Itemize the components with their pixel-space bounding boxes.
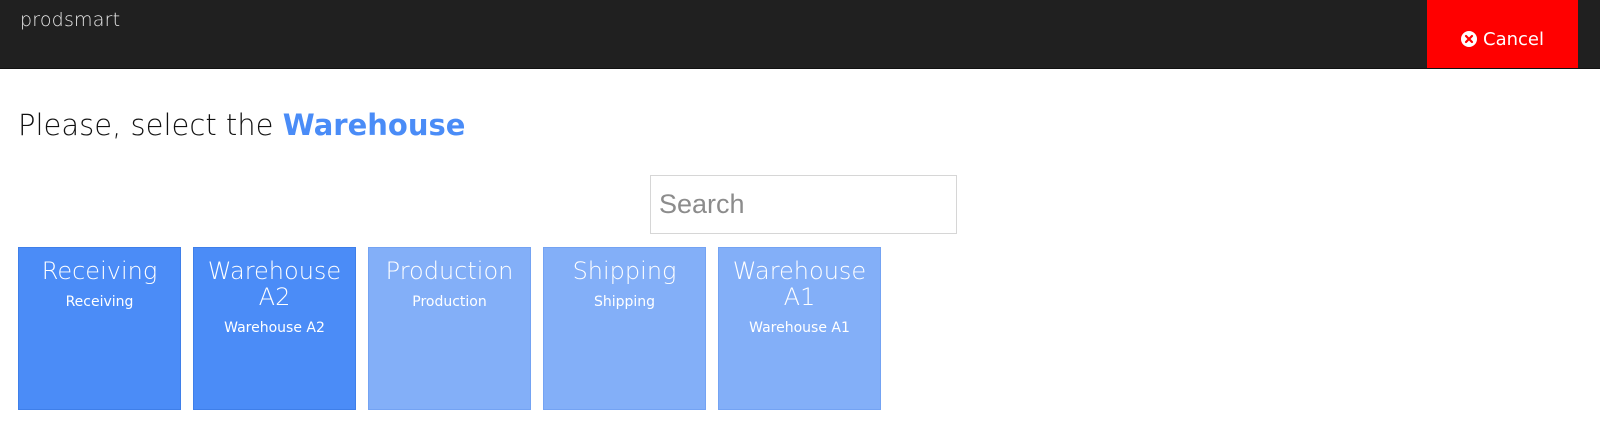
tile-subtitle: Shipping (593, 294, 656, 310)
tile-title: Warehouse A2 (207, 257, 342, 311)
top-bar: prodsmart Cancel (0, 0, 1600, 69)
page-title-emphasis: Warehouse (282, 108, 466, 142)
page-title-prefix: Please, select the (18, 108, 274, 142)
cancel-button[interactable]: Cancel (1427, 0, 1578, 68)
warehouse-tile-shipping[interactable]: Shipping Shipping (543, 247, 706, 410)
warehouse-tile-warehouse-a2[interactable]: Warehouse A2 Warehouse A2 (193, 247, 356, 410)
brand-logo: prodsmart (20, 9, 121, 31)
tile-title: Warehouse A1 (732, 257, 867, 311)
tile-subtitle: Warehouse A2 (224, 320, 325, 336)
tile-subtitle: Receiving (65, 294, 134, 310)
warehouse-tile-production[interactable]: Production Production (368, 247, 531, 410)
warehouse-tile-warehouse-a1[interactable]: Warehouse A1 Warehouse A1 (718, 247, 881, 410)
tile-title: Production (385, 257, 514, 285)
tile-title: Receiving (41, 257, 158, 285)
tile-title: Shipping (572, 257, 677, 285)
tile-subtitle: Warehouse A1 (749, 320, 850, 336)
page-title: Please, select the Warehouse (18, 108, 465, 142)
search-input[interactable] (650, 175, 957, 234)
tile-subtitle: Production (412, 294, 487, 310)
close-circle-icon (1461, 31, 1477, 47)
warehouse-tile-receiving[interactable]: Receiving Receiving (18, 247, 181, 410)
cancel-label: Cancel (1483, 28, 1544, 50)
warehouse-tiles: Receiving Receiving Warehouse A2 Warehou… (18, 247, 881, 410)
